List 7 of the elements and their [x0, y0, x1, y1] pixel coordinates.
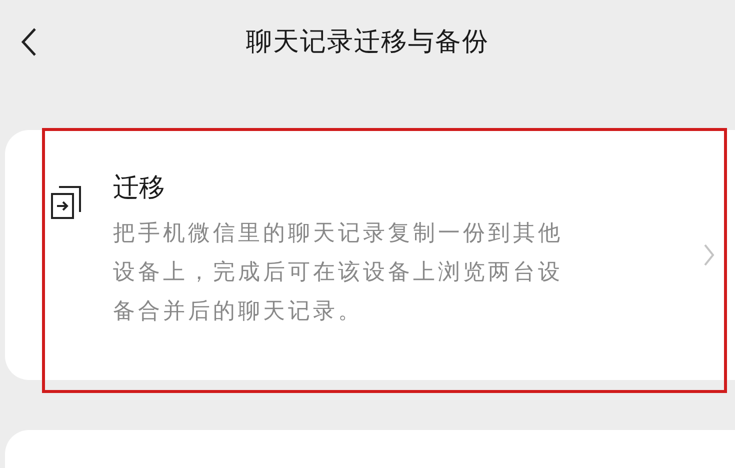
option-title: 迁移 [113, 172, 166, 205]
page-title: 聊天记录迁移与备份 [246, 26, 489, 59]
option-description: 把手机微信里的聊天记录复制一份到其他设备上，完成后可在该设备上浏览两台设备合并后的聊天记录。 [113, 220, 564, 326]
option-card[interactable]: 迁移 把手机微信里的聊天记录复制一份到其他设备上，完成后可在该设备上浏览两台设备合并后的聊天记录。 [5, 130, 735, 380]
chevron-icon [703, 243, 715, 267]
back-icon [21, 27, 37, 57]
import-icon [51, 185, 81, 219]
